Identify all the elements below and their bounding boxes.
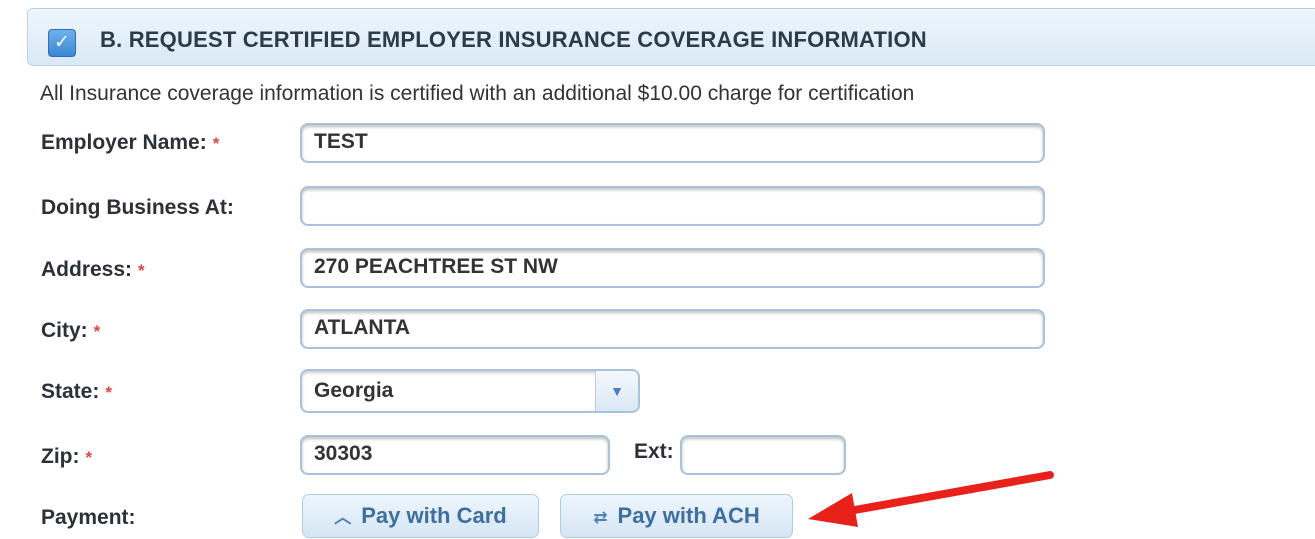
chevron-down-icon[interactable]: ▼ [595,371,638,411]
state-selected-value: Georgia [314,379,394,402]
employer-name-input[interactable]: TEST [300,123,1045,163]
state-select[interactable]: Georgia ▼ [300,369,640,413]
doing-business-at-input[interactable] [300,186,1045,226]
section-title: B. REQUEST CERTIFIED EMPLOYER INSURANCE … [100,27,927,52]
state-label: State: * [41,380,112,403]
section-checkbox[interactable]: ✓ [48,29,76,57]
required-marker: * [212,134,220,153]
required-marker: * [93,322,101,341]
address-input[interactable]: 270 PEACHTREE ST NW [300,248,1045,288]
employer-name-label: Employer Name: * [41,131,220,154]
payment-label: Payment: [41,506,136,529]
section-header: ✓ B. REQUEST CERTIFIED EMPLOYER INSURANC… [27,8,1315,66]
required-marker: * [138,261,145,280]
pay-with-ach-button[interactable]: ⇄ Pay with ACH [560,494,793,538]
required-marker: * [105,383,112,402]
pay-with-card-button[interactable]: ︿ Pay with Card [302,494,539,538]
annotation-arrow-icon [808,471,1054,527]
swap-arrows-icon: ⇄ [593,508,608,527]
ext-label: Ext: [634,440,674,463]
zip-label: Zip: * [41,445,93,468]
required-marker: * [85,448,93,467]
city-label: City: * [41,319,101,342]
chevron-up-icon: ︿ [334,508,352,527]
zip-input[interactable]: 30303 [300,435,610,475]
certification-notice: All Insurance coverage information is ce… [40,82,915,105]
address-label: Address: * [41,258,145,281]
city-input[interactable]: ATLANTA [300,309,1045,349]
doing-business-at-label: Doing Business At: [41,196,234,219]
